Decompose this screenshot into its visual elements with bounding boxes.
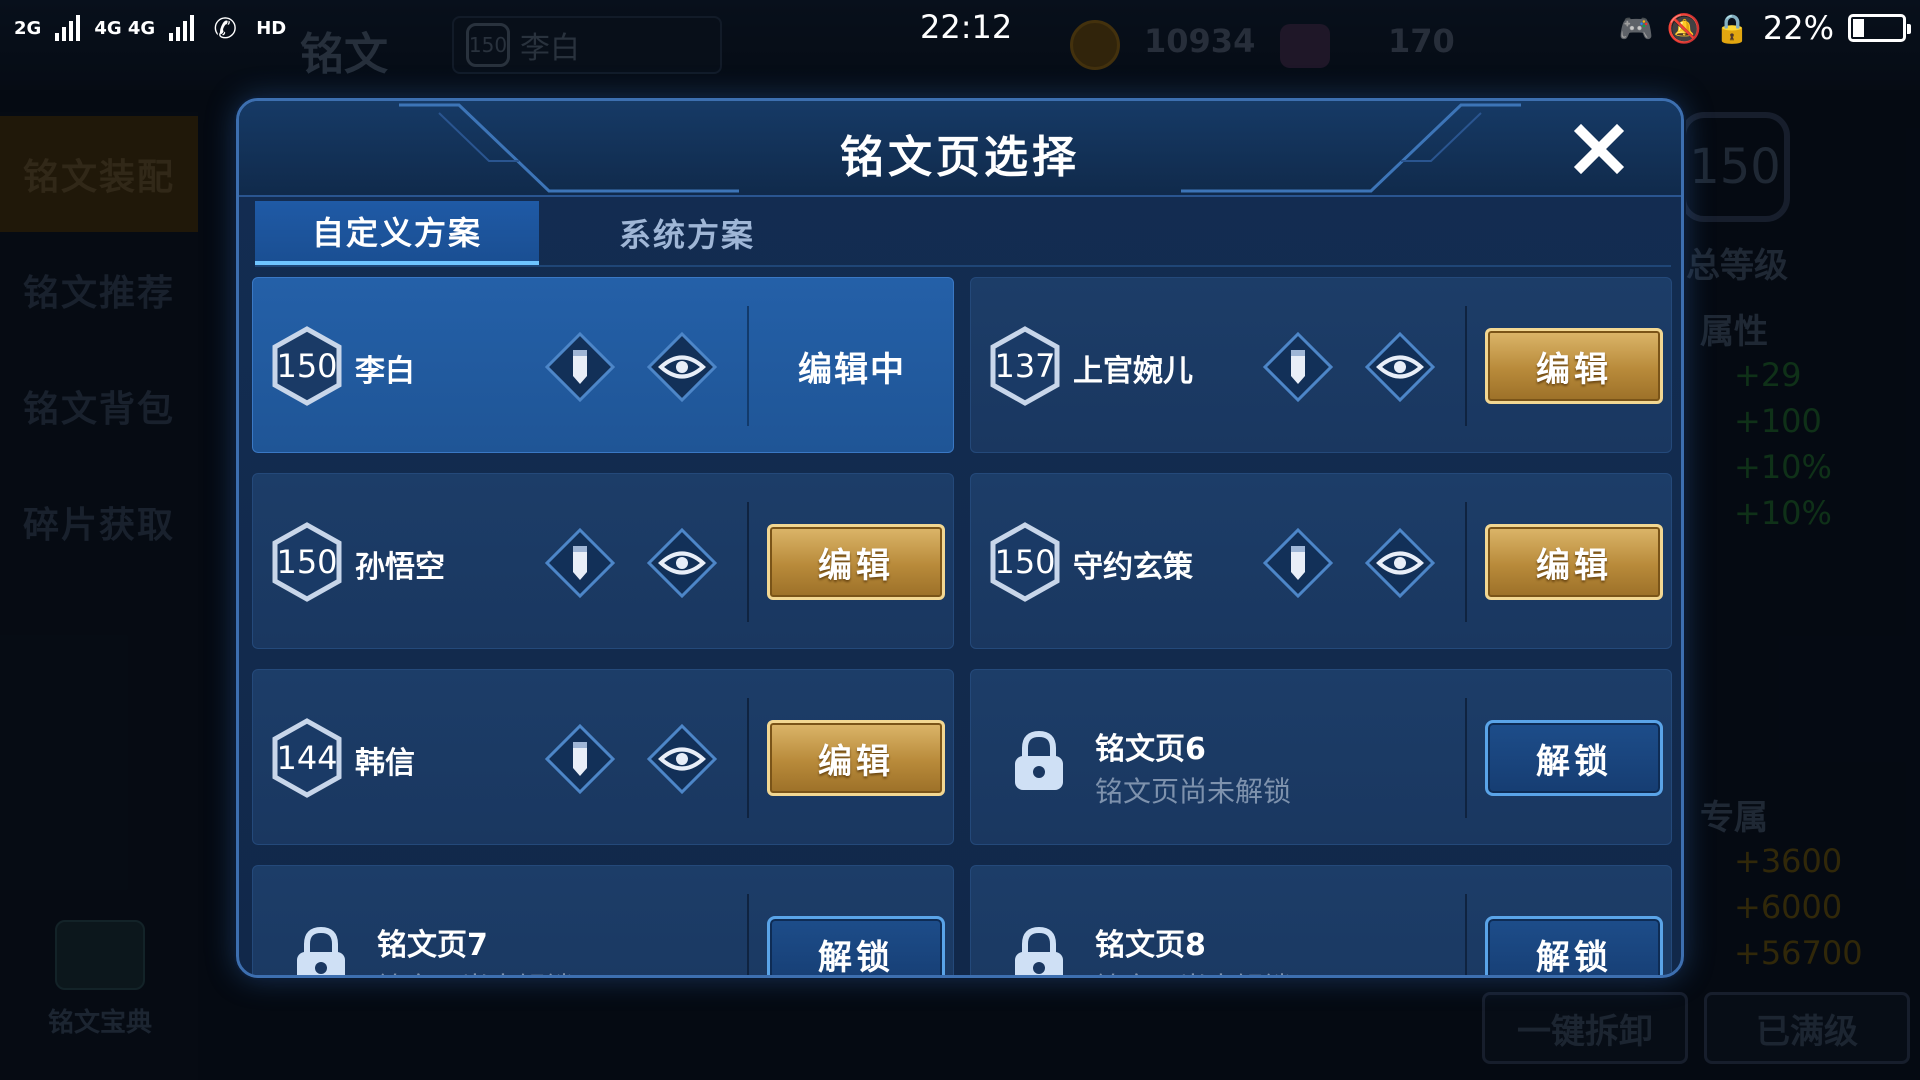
gamepad-icon: 🎮	[1618, 11, 1654, 45]
rune-page-card-locked[interactable]: 铭文页7 铭文页尚未解锁 解锁	[252, 865, 954, 975]
rune-page-select-dialog: 铭文页选择 自定义方案 系统方案 150 李白 编辑中 137 上官婉儿 编辑 …	[236, 98, 1684, 978]
battery-percent: 22%	[1762, 9, 1834, 47]
page-locked-hint: 铭文页尚未解锁	[1095, 775, 1292, 808]
preview-button[interactable]	[1365, 528, 1435, 598]
signal-icon	[169, 15, 195, 41]
card-divider	[747, 698, 749, 818]
close-button[interactable]	[1569, 119, 1629, 179]
rotation-lock-icon: 🔒	[1714, 11, 1750, 45]
level-badge: 150	[989, 522, 1061, 602]
hd-label: HD	[256, 17, 287, 39]
page-name: 铭文页6	[1095, 732, 1206, 767]
rune-page-card-locked[interactable]: 铭文页6 铭文页尚未解锁 解锁	[970, 669, 1672, 845]
page-level: 150	[276, 543, 338, 581]
network-2g-label: 2G	[14, 17, 42, 39]
page-name: 上官婉儿	[1073, 354, 1193, 389]
level-badge: 150	[271, 326, 343, 406]
status-bar-right: 🎮 🔕 🔒 22%	[1618, 9, 1911, 47]
phone-icon: ✆	[213, 11, 237, 45]
page-level: 150	[994, 543, 1056, 581]
edit-button[interactable]: 编辑	[767, 720, 945, 796]
level-badge: 150	[271, 522, 343, 602]
dialog-header: 铭文页选择	[239, 101, 1681, 197]
lock-icon	[1015, 730, 1063, 790]
page-level: 144	[276, 739, 338, 777]
rune-page-grid: 150 李白 编辑中 137 上官婉儿 编辑 150 孙悟空 编辑 150 守约…	[252, 277, 1672, 975]
tab-custom-scheme[interactable]: 自定义方案	[255, 201, 539, 265]
page-level: 137	[994, 347, 1056, 385]
scheme-tabs: 自定义方案 系统方案	[255, 201, 1671, 267]
preview-button[interactable]	[1365, 332, 1435, 402]
rename-button[interactable]	[1263, 528, 1333, 598]
editing-status: 编辑中	[798, 349, 906, 390]
page-name: 孙悟空	[355, 550, 445, 585]
rename-button[interactable]	[545, 528, 615, 598]
card-divider	[1465, 894, 1467, 975]
card-divider	[1465, 306, 1467, 426]
lock-icon	[297, 926, 345, 975]
level-badge: 144	[271, 718, 343, 798]
rune-page-card[interactable]: 144 韩信 编辑	[252, 669, 954, 845]
unlock-button[interactable]: 解锁	[1485, 916, 1663, 975]
edit-button[interactable]: 编辑	[1485, 328, 1663, 404]
preview-button[interactable]	[647, 528, 717, 598]
close-icon	[1573, 123, 1625, 175]
page-name: 李白	[355, 354, 415, 389]
page-name: 韩信	[355, 746, 415, 781]
card-divider	[1465, 502, 1467, 622]
unlock-button[interactable]: 解锁	[1485, 720, 1663, 796]
tab-system-scheme[interactable]: 系统方案	[545, 201, 829, 265]
preview-button[interactable]	[647, 724, 717, 794]
edit-button[interactable]: 编辑	[1485, 524, 1663, 600]
unlock-button[interactable]: 解锁	[767, 916, 945, 975]
rename-button[interactable]	[545, 724, 615, 794]
status-time: 22:12	[920, 8, 1013, 46]
page-locked-hint: 铭文页尚未解锁	[1095, 966, 1291, 975]
page-name: 铭文页8	[1095, 928, 1206, 963]
card-divider	[747, 894, 749, 975]
network-4g-label: 4G 4G	[94, 17, 156, 39]
rename-button[interactable]	[1263, 332, 1333, 402]
rune-page-card[interactable]: 137 上官婉儿 编辑	[970, 277, 1672, 453]
page-name: 铭文页7	[377, 928, 488, 963]
rename-button[interactable]	[545, 332, 615, 402]
level-badge: 137	[989, 326, 1061, 406]
page-level: 150	[276, 347, 338, 385]
rune-page-card-locked[interactable]: 铭文页8 铭文页尚未解锁 解锁	[970, 865, 1672, 975]
page-locked-hint: 铭文页尚未解锁	[377, 966, 573, 975]
rune-page-card[interactable]: 150 孙悟空 编辑	[252, 473, 954, 649]
page-name: 守约玄策	[1073, 550, 1193, 585]
rune-page-card[interactable]: 150 李白 编辑中	[252, 277, 954, 453]
status-bar: 2G 4G 4G ✆ HD 22:12 🎮 🔕 🔒 22%	[0, 0, 1920, 56]
card-divider	[747, 502, 749, 622]
mute-bell-icon: 🔕	[1666, 11, 1702, 45]
edit-button[interactable]: 编辑	[767, 524, 945, 600]
lock-icon	[1015, 926, 1063, 975]
preview-button[interactable]	[647, 332, 717, 402]
card-divider	[1465, 698, 1467, 818]
signal-icon	[55, 15, 81, 41]
rune-page-card[interactable]: 150 守约玄策 编辑	[970, 473, 1672, 649]
dialog-title: 铭文页选择	[840, 132, 1080, 183]
battery-fill	[1853, 19, 1865, 37]
battery-icon	[1848, 14, 1911, 42]
status-bar-left: 2G 4G 4G ✆ HD	[14, 11, 286, 45]
